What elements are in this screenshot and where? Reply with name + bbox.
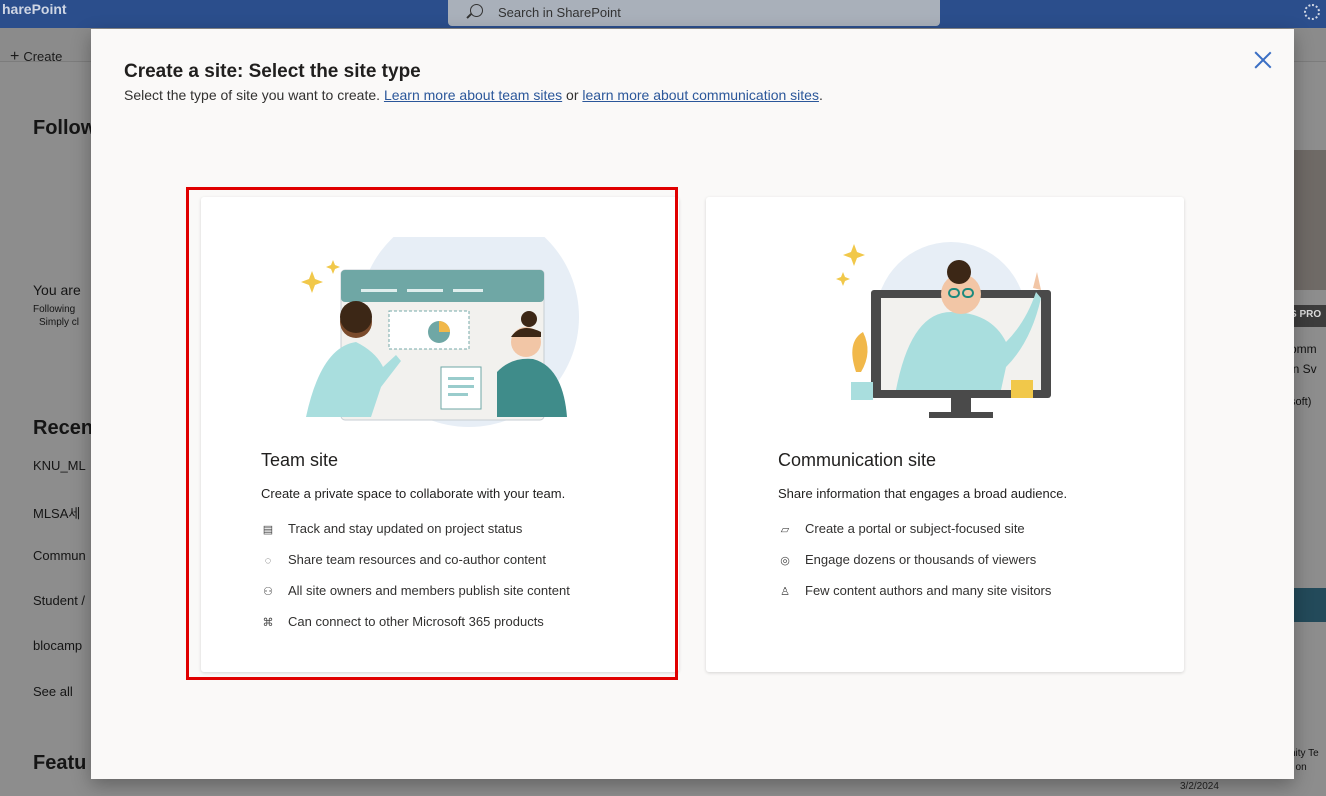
recent-item[interactable]: MLSA세 (33, 503, 80, 522)
card-description: Create a private space to collaborate wi… (261, 486, 566, 501)
recent-item[interactable]: Commun (33, 548, 86, 563)
feature-text: Create a portal or subject-focused site (805, 521, 1025, 536)
recent-heading: Recen (33, 417, 94, 439)
plus-icon: + (10, 48, 20, 65)
create-site-dialog: Create a site: Select the site type Sele… (91, 29, 1294, 779)
person-visitor-icon: ♙ (780, 586, 790, 598)
feature-text: Track and stay updated on project status (288, 521, 523, 536)
feature-text: All site owners and members publish site… (288, 583, 570, 598)
search-box[interactable]: Search in SharePoint (448, 0, 940, 26)
subtitle-text: or (562, 87, 583, 103)
card-description: Share information that engages a broad a… (778, 486, 1068, 501)
share-circle-icon: ◌ (264, 555, 272, 567)
feature-item: ◎ Engage dozens or thousands of viewers (778, 552, 1036, 567)
app-brand: harePoint (2, 1, 67, 17)
dialog-subtitle: Select the type of site you want to crea… (124, 87, 823, 103)
card-title: Communication site (778, 450, 937, 470)
feature-item: ⚇ All site owners and members publish sit… (261, 583, 570, 598)
feature-item: ⌘ Can connect to other Microsoft 365 prod… (261, 614, 544, 629)
subtitle-text: Select the type of site you want to crea… (124, 87, 384, 103)
followed-heading: Follow (33, 117, 97, 139)
featured-heading: Featu (33, 752, 87, 774)
news-image (1294, 150, 1326, 290)
clipboard-icon: ▤ (262, 524, 274, 536)
broadcast-icon: ◎ (780, 555, 790, 567)
recent-item[interactable]: KNU_ML (33, 458, 86, 473)
feature-item: ♙ Few content authors and many site visit… (778, 583, 1051, 598)
search-placeholder: Search in SharePoint (498, 5, 621, 20)
news-snippet: omm (1290, 342, 1317, 356)
news-snippet: nity Te (1290, 748, 1319, 759)
empty-line: Simply cl (39, 317, 80, 328)
team-sites-link[interactable]: Learn more about team sites (384, 87, 562, 103)
search-icon (470, 4, 483, 17)
feature-item: ▱ Create a portal or subject-focused site (778, 521, 1025, 536)
team-site-illustration (301, 237, 579, 427)
feature-text: Can connect to other Microsoft 365 produ… (288, 614, 544, 629)
people-icon: ⚇ (263, 586, 273, 598)
see-all-link[interactable]: See all (33, 684, 73, 699)
close-icon[interactable] (1252, 49, 1274, 71)
dialog-title: Create a site: Select the site type (124, 61, 421, 82)
communication-site-card[interactable]: Communication site Share information tha… (706, 197, 1184, 672)
create-button[interactable]: + Create (10, 48, 62, 66)
recent-item[interactable]: Student / (33, 593, 85, 608)
create-label: Create (23, 49, 63, 64)
team-site-card[interactable]: Team site Create a private space to coll… (201, 197, 679, 672)
news-snippet: S PRO (1290, 309, 1322, 320)
empty-line: Following (33, 304, 76, 315)
communication-site-illustration (836, 242, 1051, 418)
edit-page-icon: ▱ (780, 524, 790, 536)
connect-icon: ⌘ (262, 617, 274, 629)
feature-text: Share team resources and co-author conte… (288, 552, 546, 567)
feature-item: ▤ Track and stay updated on project statu… (261, 521, 523, 536)
card-title: Team site (261, 450, 339, 470)
feature-item: ◌ Share team resources and co-author cont… (261, 552, 546, 567)
communication-sites-link[interactable]: learn more about communication sites (582, 87, 819, 103)
settings-icon[interactable] (1304, 4, 1320, 20)
subtitle-text: . (818, 87, 823, 103)
empty-title: You are (33, 282, 81, 298)
news-bar (1294, 588, 1326, 622)
news-snippet: in Sv (1290, 362, 1317, 376)
recent-item[interactable]: blocamp (33, 638, 82, 653)
news-date: 3/2/2024 (1180, 781, 1219, 792)
top-bar: harePoint Search in SharePoint (0, 0, 1326, 28)
feature-text: Few content authors and many site visito… (805, 583, 1052, 598)
feature-text: Engage dozens or thousands of viewers (805, 552, 1037, 567)
